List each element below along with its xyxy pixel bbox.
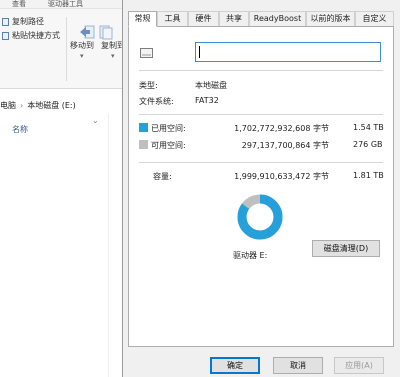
copy-to-icon xyxy=(99,25,113,40)
tab-previous-versions[interactable]: 以前的版本 xyxy=(306,11,355,26)
breadcrumb-chevron-icon: › xyxy=(20,100,24,110)
copy-path-button[interactable]: 复制路径 xyxy=(2,16,44,27)
capacity-size: 1.81 TB xyxy=(353,171,384,180)
tab-hardware[interactable]: 硬件 xyxy=(188,11,219,26)
drive-letter-label: 驱动器 E: xyxy=(233,251,268,260)
free-space-label: 可用空间: xyxy=(151,141,186,150)
tab-sharing[interactable]: 共享 xyxy=(219,11,249,26)
column-header-name[interactable]: 名称 xyxy=(12,124,28,135)
tab-strip: 常规 工具 硬件 共享 ReadyBoost 以前的版本 自定义 xyxy=(123,11,400,27)
used-space-label: 已用空间: xyxy=(151,124,186,133)
paste-shortcut-label: 粘贴快捷方式 xyxy=(12,31,60,40)
capacity-bytes: 1,999,910,633,472 字节 xyxy=(234,172,329,181)
tab-tools[interactable]: 工具 xyxy=(157,11,188,26)
paste-shortcut-icon xyxy=(2,31,9,40)
breadcrumb-item-pc[interactable]: 电脑 xyxy=(0,100,16,111)
drive-icon xyxy=(140,48,153,58)
disk-cleanup-button[interactable]: 磁盘清理(D) xyxy=(312,240,380,257)
tab-general[interactable]: 常规 xyxy=(128,11,157,27)
capacity-label: 容量: xyxy=(153,172,172,181)
used-space-size: 1.54 TB xyxy=(353,123,384,132)
cancel-button[interactable]: 取消 xyxy=(273,357,323,374)
ribbon-tab-view[interactable]: 查看 xyxy=(12,0,26,9)
copy-path-icon xyxy=(2,17,9,26)
copy-to-chevron-icon[interactable]: ▾ xyxy=(111,52,115,60)
type-value: 本地磁盘 xyxy=(195,81,227,90)
drive-properties-dialog: 常规 工具 硬件 共享 ReadyBoost 以前的版本 自定义 类型: 本地磁… xyxy=(122,0,400,377)
usage-donut-chart xyxy=(237,194,283,240)
column-divider xyxy=(108,114,109,377)
ribbon-separator xyxy=(66,17,67,81)
text-caret xyxy=(199,46,200,58)
breadcrumb-item-drive[interactable]: 本地磁盘 (E:) xyxy=(27,100,76,111)
used-space-swatch xyxy=(139,123,148,132)
free-space-swatch xyxy=(139,140,148,149)
drive-name-input[interactable] xyxy=(195,42,381,62)
free-space-size: 276 GB xyxy=(353,140,383,149)
file-system-label: 文件系统: xyxy=(139,97,174,106)
type-label: 类型: xyxy=(139,81,158,90)
ok-button[interactable]: 确定 xyxy=(210,357,260,374)
tab-customize[interactable]: 自定义 xyxy=(355,11,394,26)
move-to-icon xyxy=(80,25,95,39)
free-space-bytes: 297,137,700,864 字节 xyxy=(241,141,329,150)
separator xyxy=(139,162,383,163)
apply-button[interactable]: 应用(A) xyxy=(334,357,384,374)
ribbon-tab-drive-tools[interactable]: 驱动器工具 xyxy=(48,0,83,9)
file-system-value: FAT32 xyxy=(195,96,219,105)
sort-chevron-icon: ⌄ xyxy=(92,116,99,125)
used-space-bytes: 1,702,772,932,608 字节 xyxy=(234,124,329,133)
tab-readyboost[interactable]: ReadyBoost xyxy=(249,11,306,26)
general-tab-panel: 类型: 本地磁盘 文件系统: FAT32 已用空间: 1,702,772,932… xyxy=(128,26,394,347)
separator xyxy=(139,70,383,71)
move-to-chevron-icon[interactable]: ▾ xyxy=(80,52,84,60)
copy-path-label: 复制路径 xyxy=(12,17,44,26)
paste-shortcut-button[interactable]: 粘贴快捷方式 xyxy=(2,30,60,41)
breadcrumb[interactable]: 电脑 › 本地磁盘 (E:) xyxy=(0,98,130,112)
move-to-button[interactable]: 移动到 xyxy=(70,40,94,51)
separator xyxy=(139,114,383,115)
